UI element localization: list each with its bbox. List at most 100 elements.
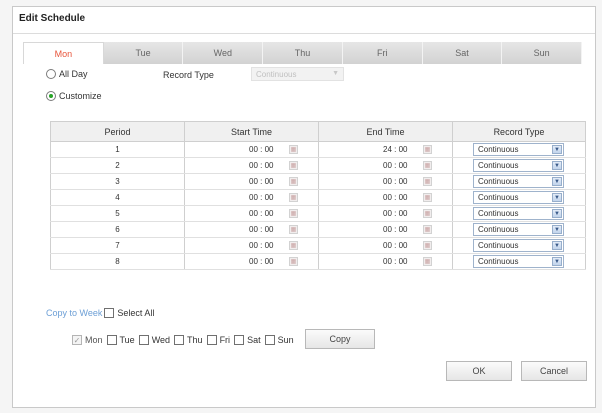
record-type-label: Record Type <box>163 70 214 80</box>
calendar-icon[interactable]: ▦ <box>423 145 432 154</box>
period-cell: 4 <box>50 189 185 206</box>
record-type-dropdown[interactable]: Continuous ▼ <box>473 175 564 188</box>
start-time-input[interactable]: 00 : 00 <box>249 161 273 170</box>
end-time-cell: 00 : 00 ▦ <box>318 253 453 270</box>
chevron-down-icon[interactable]: ▼ <box>552 225 562 234</box>
calendar-icon[interactable]: ▦ <box>289 209 298 218</box>
start-time-input[interactable]: 00 : 00 <box>249 225 273 234</box>
period-cell: 6 <box>50 221 185 238</box>
start-time-cell: 00 : 00 ▦ <box>184 173 319 190</box>
tab-thu[interactable]: Thu <box>263 42 343 64</box>
table-row: 6 00 : 00 ▦ 00 : 00 ▦ Continuous ▼ <box>50 221 586 238</box>
copy-day-thu-checkbox[interactable] <box>174 335 185 345</box>
end-time-cell: 00 : 00 ▦ <box>318 205 453 222</box>
record-type-dropdown[interactable]: Continuous ▼ <box>473 159 564 172</box>
record-type-dropdown[interactable]: Continuous ▼ <box>473 239 564 252</box>
end-time-input[interactable]: 24 : 00 <box>383 145 407 154</box>
cancel-button[interactable]: Cancel <box>521 361 587 381</box>
ok-button[interactable]: OK <box>446 361 512 381</box>
table-row: 4 00 : 00 ▦ 00 : 00 ▦ Continuous ▼ <box>50 189 586 206</box>
record-type-dropdown[interactable]: Continuous ▼ <box>473 143 564 156</box>
chevron-down-icon[interactable]: ▼ <box>552 241 562 250</box>
copy-day-sat-checkbox[interactable] <box>234 335 245 345</box>
calendar-icon[interactable]: ▦ <box>423 225 432 234</box>
start-time-input[interactable]: 00 : 00 <box>249 257 273 266</box>
calendar-icon[interactable]: ▦ <box>289 161 298 170</box>
copy-day-tue-checkbox[interactable] <box>106 335 117 345</box>
period-cell: 2 <box>50 157 185 174</box>
calendar-icon[interactable]: ▦ <box>289 225 298 234</box>
record-type-value: Continuous <box>478 257 519 266</box>
copy-day-sat[interactable]: Sat <box>234 335 261 345</box>
tab-sun[interactable]: Sun <box>502 42 583 64</box>
end-time-input[interactable]: 00 : 00 <box>383 225 407 234</box>
start-time-input[interactable]: 00 : 00 <box>249 193 273 202</box>
calendar-icon[interactable]: ▦ <box>289 177 298 186</box>
record-type-dropdown[interactable]: Continuous ▼ <box>473 191 564 204</box>
copy-day-sun-label: Sun <box>277 335 294 345</box>
end-time-input[interactable]: 00 : 00 <box>383 257 407 266</box>
tab-sat[interactable]: Sat <box>422 42 503 64</box>
copy-day-wed[interactable]: Wed <box>138 335 170 345</box>
record-type-dropdown[interactable]: Continuous ▼ <box>473 207 564 220</box>
chevron-down-icon[interactable]: ▼ <box>552 177 562 186</box>
record-type-dropdown[interactable]: Continuous ▼ <box>473 223 564 236</box>
chevron-down-icon[interactable]: ▼ <box>552 145 562 154</box>
period-number: 8 <box>115 257 120 266</box>
chevron-down-icon[interactable]: ▼ <box>552 209 562 218</box>
copy-day-sun[interactable]: Sun <box>264 335 294 345</box>
start-time-input[interactable]: 00 : 00 <box>249 209 273 218</box>
end-time-cell: 00 : 00 ▦ <box>318 173 453 190</box>
end-time-input[interactable]: 00 : 00 <box>383 209 407 218</box>
calendar-icon[interactable]: ▦ <box>289 193 298 202</box>
calendar-icon[interactable]: ▦ <box>423 193 432 202</box>
record-type-cell: Continuous ▼ <box>452 189 586 206</box>
chevron-down-icon[interactable]: ▼ <box>552 257 562 266</box>
calendar-icon[interactable]: ▦ <box>423 161 432 170</box>
tab-fri[interactable]: Fri <box>342 42 423 64</box>
tab-mon[interactable]: Mon <box>23 42 104 64</box>
copy-day-tue[interactable]: Tue <box>106 335 135 345</box>
copy-days-row: ✓ Mon Tue Wed Thu Fri Sat Sun <box>72 335 298 345</box>
copy-day-fri-checkbox[interactable] <box>206 335 217 345</box>
record-type-value: Continuous <box>478 209 519 218</box>
calendar-icon[interactable]: ▦ <box>289 241 298 250</box>
select-all-label: Select All <box>117 308 155 318</box>
start-time-cell: 00 : 00 ▦ <box>184 205 319 222</box>
table-row: 2 00 : 00 ▦ 00 : 00 ▦ Continuous ▼ <box>50 157 586 174</box>
all-day-option[interactable]: All Day <box>46 69 88 79</box>
copy-day-thu[interactable]: Thu <box>174 335 203 345</box>
all-day-radio[interactable] <box>46 69 56 79</box>
calendar-icon[interactable]: ▦ <box>423 241 432 250</box>
end-time-input[interactable]: 00 : 00 <box>383 177 407 186</box>
tab-wed[interactable]: Wed <box>183 42 264 64</box>
start-time-input[interactable]: 00 : 00 <box>249 145 273 154</box>
copy-to-week-link[interactable]: Copy to Week <box>46 308 102 318</box>
tab-tue[interactable]: Tue <box>103 42 184 64</box>
end-time-input[interactable]: 00 : 00 <box>383 241 407 250</box>
chevron-down-icon[interactable]: ▼ <box>552 193 562 202</box>
end-time-input[interactable]: 00 : 00 <box>383 161 407 170</box>
calendar-icon[interactable]: ▦ <box>289 257 298 266</box>
record-type-value: Continuous <box>478 225 519 234</box>
calendar-icon[interactable]: ▦ <box>423 209 432 218</box>
calendar-icon[interactable]: ▦ <box>289 145 298 154</box>
calendar-icon[interactable]: ▦ <box>423 177 432 186</box>
chevron-down-icon[interactable]: ▼ <box>552 161 562 170</box>
period-number: 5 <box>115 209 120 218</box>
copy-day-wed-checkbox[interactable] <box>138 335 149 345</box>
copy-button[interactable]: Copy <box>305 329 375 349</box>
record-type-dropdown[interactable]: Continuous ▼ <box>473 255 564 268</box>
customize-radio[interactable] <box>46 91 56 101</box>
start-time-input[interactable]: 00 : 00 <box>249 241 273 250</box>
checkmark-icon: ✓ <box>72 335 82 345</box>
copy-day-sun-checkbox[interactable] <box>264 335 275 345</box>
end-time-input[interactable]: 00 : 00 <box>383 193 407 202</box>
customize-option[interactable]: Customize <box>46 91 102 101</box>
select-all-checkbox[interactable] <box>104 308 115 318</box>
copy-day-fri[interactable]: Fri <box>206 335 230 345</box>
start-time-input[interactable]: 00 : 00 <box>249 177 273 186</box>
calendar-icon[interactable]: ▦ <box>423 257 432 266</box>
end-time-cell: 00 : 00 ▦ <box>318 157 453 174</box>
column-header-end-time: End Time <box>318 121 453 142</box>
